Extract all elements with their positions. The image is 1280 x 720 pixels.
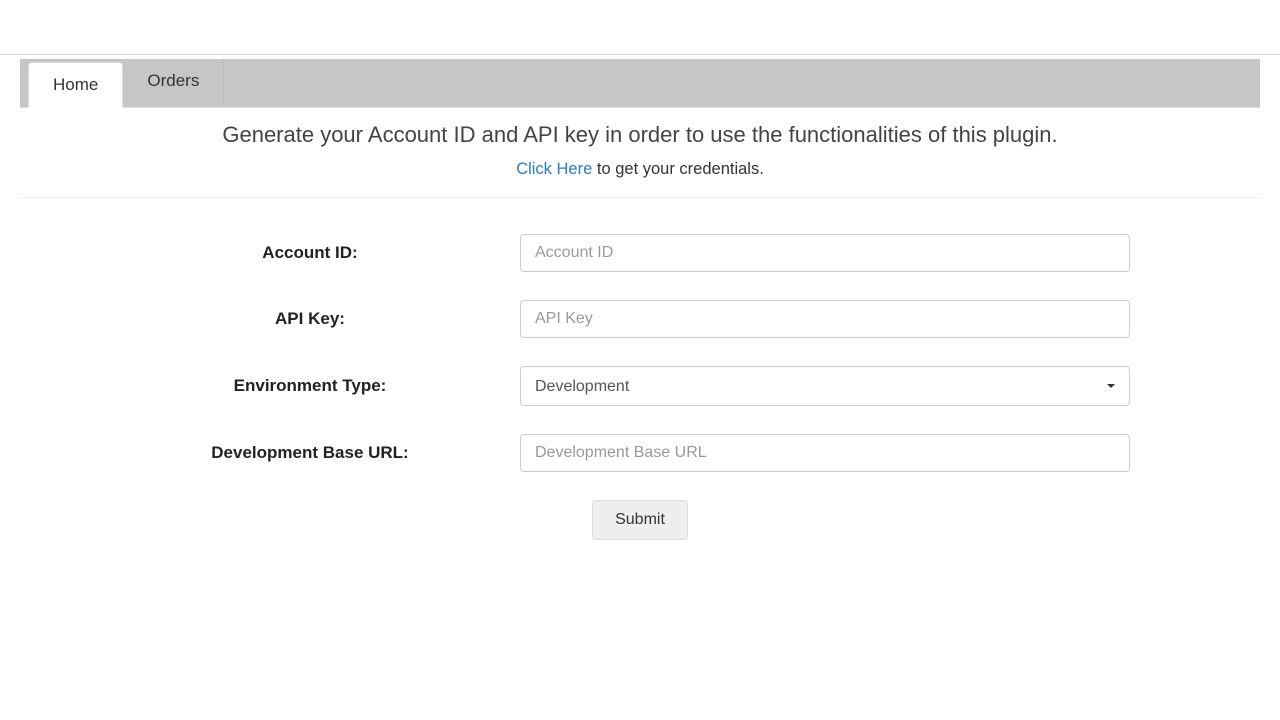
- main-container: Home Orders Generate your Account ID and…: [0, 59, 1280, 540]
- credentials-link[interactable]: Click Here: [516, 160, 592, 178]
- account-id-input[interactable]: [520, 234, 1130, 272]
- label-environment-type: Environment Type:: [120, 376, 520, 396]
- credentials-hint: Click Here to get your credentials.: [20, 160, 1260, 179]
- label-api-key: API Key:: [120, 309, 520, 329]
- api-key-input[interactable]: [520, 300, 1130, 338]
- page-title: Generate your Account ID and API key in …: [20, 122, 1260, 148]
- tab-bar: Home Orders: [20, 59, 1260, 108]
- environment-type-select[interactable]: Development: [520, 366, 1130, 406]
- label-account-id: Account ID:: [120, 243, 520, 263]
- top-spacer: [0, 0, 1280, 55]
- header-section: Generate your Account ID and API key in …: [20, 108, 1260, 198]
- settings-form: Account ID: API Key: Environment Type: D…: [120, 198, 1160, 540]
- submit-button[interactable]: Submit: [592, 500, 688, 540]
- row-account-id: Account ID:: [120, 234, 1160, 272]
- submit-row: Submit: [120, 500, 1160, 540]
- tab-orders[interactable]: Orders: [123, 59, 224, 107]
- label-dev-base-url: Development Base URL:: [120, 443, 520, 463]
- dev-base-url-input[interactable]: [520, 434, 1130, 472]
- row-dev-base-url: Development Base URL:: [120, 434, 1160, 472]
- row-environment-type: Environment Type: Development: [120, 366, 1160, 406]
- tab-home[interactable]: Home: [28, 62, 123, 108]
- credentials-hint-suffix: to get your credentials.: [592, 160, 764, 178]
- row-api-key: API Key:: [120, 300, 1160, 338]
